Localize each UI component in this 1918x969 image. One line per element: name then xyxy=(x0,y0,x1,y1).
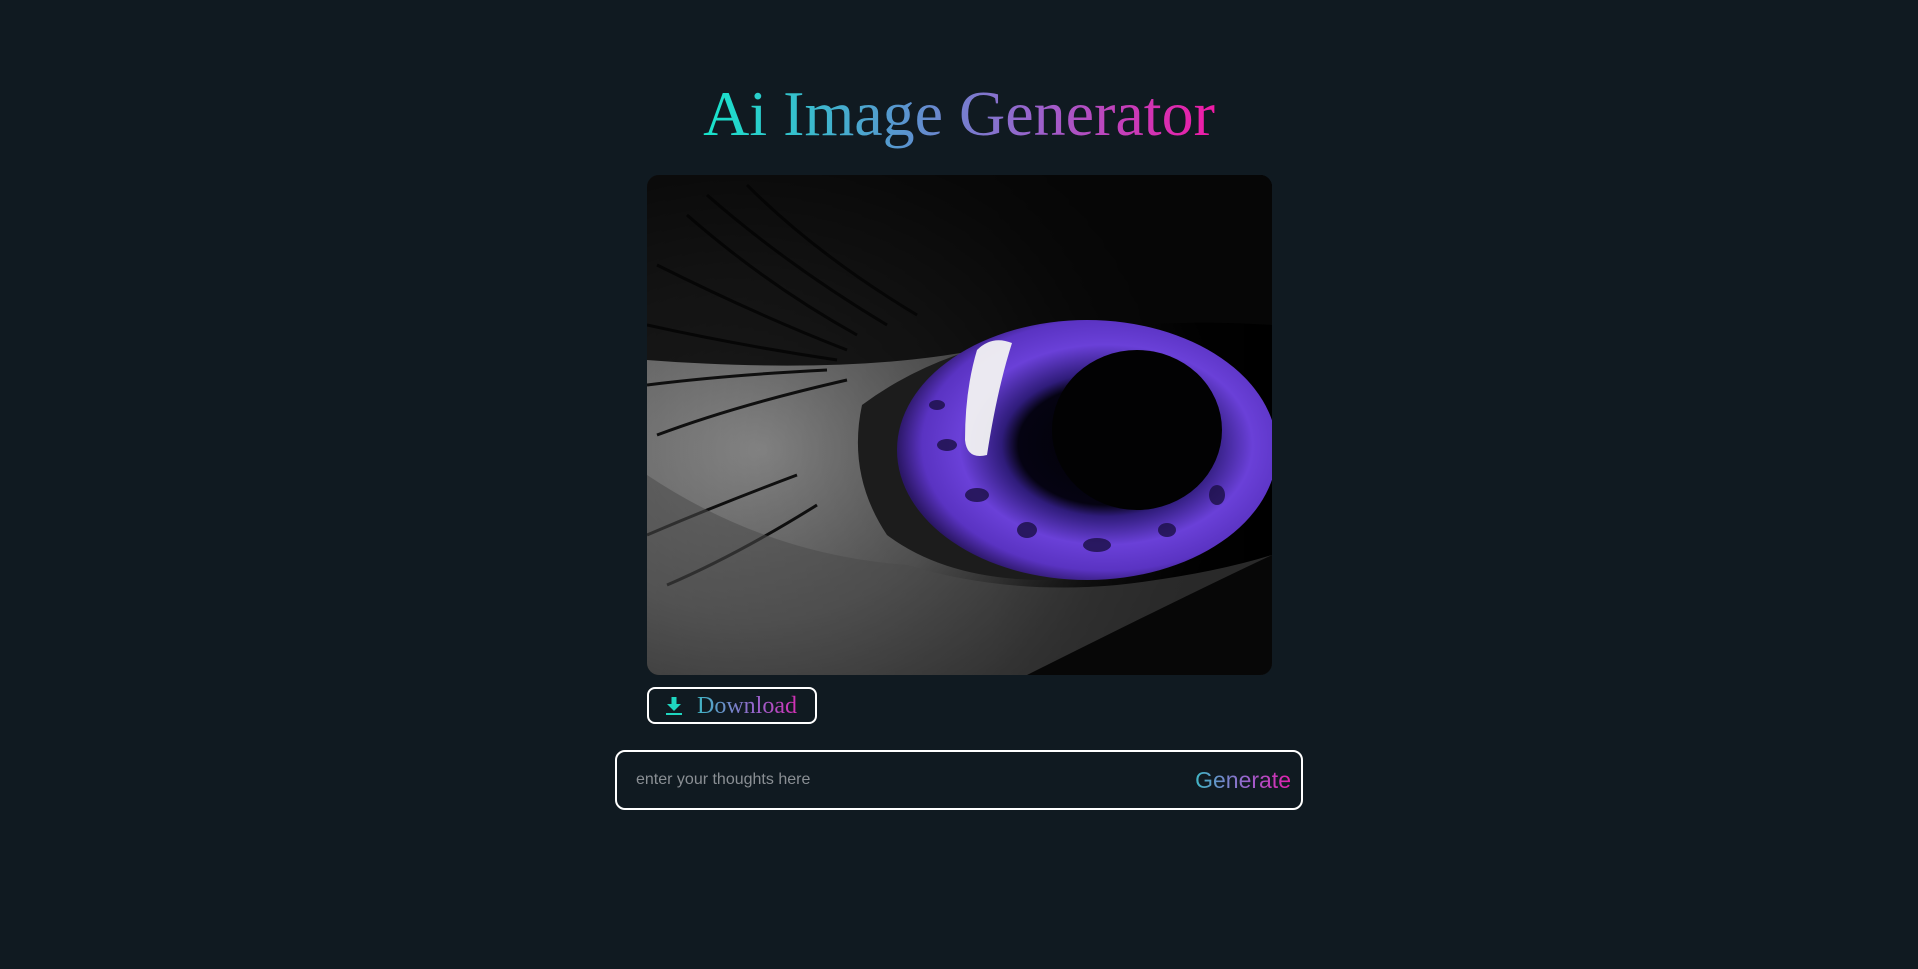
download-button[interactable]: Download xyxy=(647,687,817,724)
page-title: Ai Image Generator xyxy=(703,78,1215,149)
generate-label: Generate xyxy=(1195,766,1291,793)
generated-image xyxy=(647,175,1272,675)
eye-image xyxy=(647,175,1272,675)
prompt-input[interactable] xyxy=(617,751,1184,809)
app-page: Ai Image Generator Download enter your t… xyxy=(0,0,1918,969)
download-label: Download xyxy=(697,692,797,719)
prompt-form: Generate xyxy=(615,750,1303,810)
generate-button[interactable]: Generate xyxy=(1183,752,1301,808)
download-icon xyxy=(663,695,685,717)
